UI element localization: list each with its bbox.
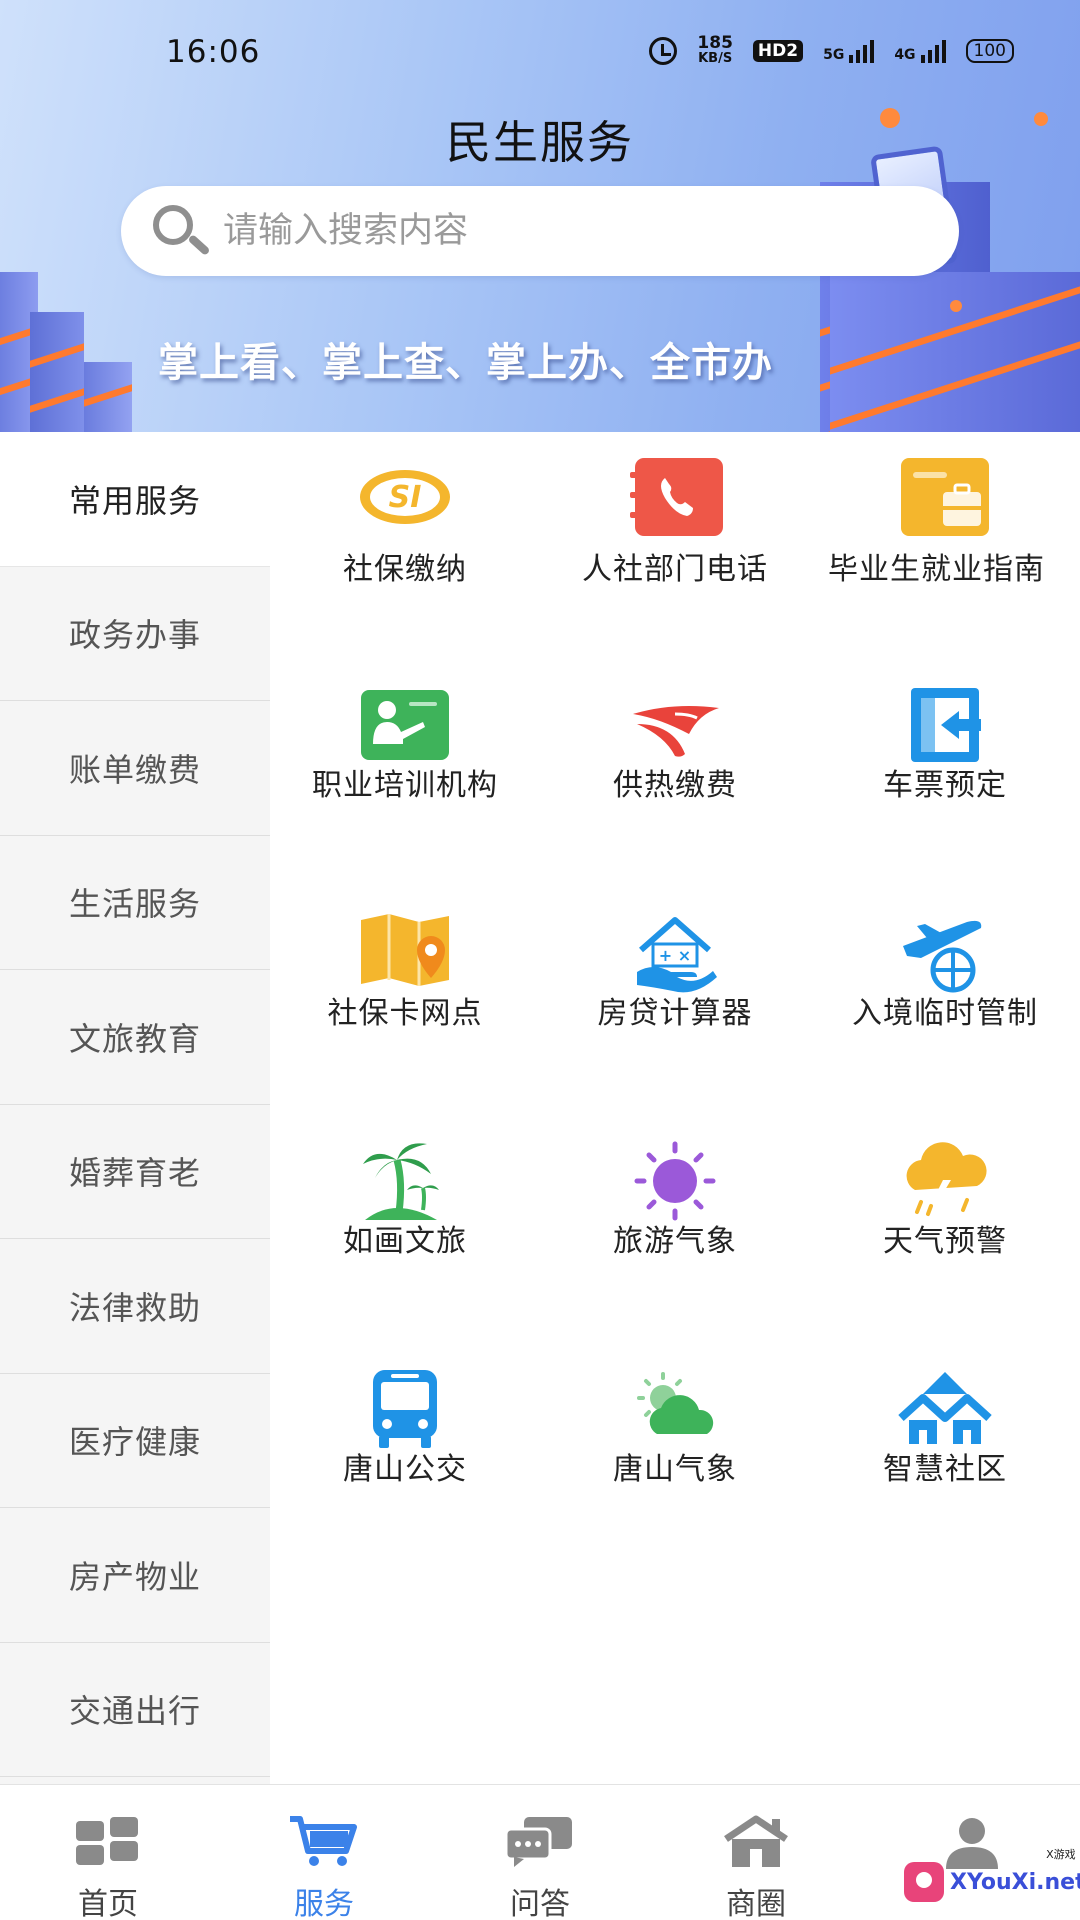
sidebar-item-life-services[interactable]: 生活服务 <box>0 836 270 970</box>
watermark-text: XYouXi.net <box>950 1869 1080 1895</box>
service-item-tangshan-weather[interactable]: 唐山气象 <box>540 1344 810 1572</box>
heating-icon <box>633 706 719 757</box>
page-title: 民生服务 <box>445 116 634 169</box>
tab-home[interactable]: 首页 <box>0 1785 216 1920</box>
tab-label: 问答 <box>510 1887 570 1920</box>
service-item-travel-weather[interactable]: 旅游气象 <box>540 1116 810 1344</box>
service-item-ticket-booking[interactable]: 车票预定 <box>810 660 1080 888</box>
category-sidebar: 常用服务 政务办事 账单缴费 生活服务 文旅教育 婚葬育老 法律救助 医疗健康 … <box>0 432 270 1784</box>
service-label: 天气预警 <box>883 1224 1007 1259</box>
user-icon <box>946 1818 998 1869</box>
palm-tree-icon <box>363 1143 439 1220</box>
ticket-icon <box>911 688 981 762</box>
sidebar-item-property[interactable]: 房产物业 <box>0 1508 270 1643</box>
sidebar-item-bill-payment[interactable]: 账单缴费 <box>0 701 270 836</box>
service-item-entry-control[interactable]: 入境临时管制 <box>810 888 1080 1116</box>
battery-icon: 100 <box>965 39 1014 63</box>
site-watermark: X游戏 XYouXi.net <box>904 1848 1080 1902</box>
signal-5g-icon: 5G <box>823 39 875 63</box>
service-item-scenic-tourism[interactable]: 如画文旅 <box>270 1116 540 1344</box>
service-label: 如画文旅 <box>343 1224 467 1259</box>
storm-cloud-icon <box>906 1142 987 1216</box>
hd-voice-icon: HD2 <box>752 40 804 62</box>
cart-icon <box>290 1816 357 1866</box>
chat-icon <box>504 1817 572 1867</box>
home-grid-icon <box>76 1817 138 1865</box>
signal-4g-icon: 4G <box>894 39 946 63</box>
mortgage-calculator-icon: + × <box>637 917 717 993</box>
sidebar-item-common-services[interactable]: 常用服务 <box>0 432 270 567</box>
sidebar-item-marriage-elderly[interactable]: 婚葬育老 <box>0 1105 270 1239</box>
watermark-logo-icon <box>904 1862 944 1902</box>
service-label: 旅游气象 <box>613 1224 737 1259</box>
alarm-icon <box>649 37 678 65</box>
sidebar-item-culture-education[interactable]: 文旅教育 <box>0 970 270 1105</box>
service-item-smart-community[interactable]: 智慧社区 <box>810 1344 1080 1572</box>
search-icon <box>147 201 213 261</box>
service-item-social-security[interactable]: SI 社保缴纳 <box>270 432 540 660</box>
service-label: 社保缴纳 <box>343 552 467 587</box>
service-label: 社保卡网点 <box>327 996 483 1031</box>
service-label: 智慧社区 <box>883 1452 1007 1487</box>
watermark-subtext: X游戏 <box>1046 1848 1076 1861</box>
social-security-icon: SI <box>360 470 450 524</box>
status-bar: 16:06 185 KB/S HD2 5G 4G 100 <box>0 0 1080 110</box>
phone-book-icon <box>630 458 723 536</box>
tab-business[interactable]: 商圈 <box>648 1785 864 1920</box>
coin-decoration <box>950 300 962 312</box>
sidebar-item-transportation[interactable]: 交通出行 <box>0 1643 270 1777</box>
svg-text:+ ×: + × <box>659 946 691 965</box>
service-item-vocational-training[interactable]: 职业培训机构 <box>270 660 540 888</box>
service-label: 人社部门电话 <box>582 552 768 587</box>
tab-services[interactable]: 服务 <box>216 1785 432 1920</box>
search-bar[interactable] <box>121 186 959 276</box>
service-label: 职业培训机构 <box>312 768 498 803</box>
service-label: 唐山气象 <box>613 1452 737 1487</box>
community-icon <box>898 1372 992 1444</box>
sun-icon <box>634 1141 716 1221</box>
search-input[interactable] <box>223 211 843 251</box>
airplane-icon <box>903 920 982 993</box>
service-label: 供热缴费 <box>613 768 737 803</box>
service-label: 车票预定 <box>883 768 1007 803</box>
service-item-graduate-guide[interactable]: 毕业生就业指南 <box>810 432 1080 660</box>
bus-icon <box>373 1370 437 1448</box>
service-item-mortgage-calculator[interactable]: + × 房贷计算器 <box>540 888 810 1116</box>
shop-icon <box>724 1815 788 1867</box>
service-item-weather-warning[interactable]: 天气预警 <box>810 1116 1080 1344</box>
service-item-tangshan-bus[interactable]: 唐山公交 <box>270 1344 540 1572</box>
building-decoration <box>84 362 132 432</box>
status-time: 16:06 <box>166 34 261 70</box>
sidebar-item-government-affairs[interactable]: 政务办事 <box>0 567 270 701</box>
tab-label: 首页 <box>78 1887 138 1920</box>
building-decoration <box>30 312 84 432</box>
building-decoration <box>830 272 1080 432</box>
tab-qa[interactable]: 问答 <box>432 1785 648 1920</box>
service-item-heating-payment[interactable]: 供热缴费 <box>540 660 810 888</box>
service-grid: SI 社保缴纳 人社部门电话 毕业生就业指南 职业培训机构 供热缴费 车票预定 … <box>270 432 1080 1784</box>
partly-cloudy-icon <box>637 1372 714 1434</box>
training-icon <box>361 690 449 760</box>
map-pin-icon <box>361 914 449 986</box>
sidebar-item-legal-aid[interactable]: 法律救助 <box>0 1239 270 1374</box>
service-label: 房贷计算器 <box>597 996 753 1031</box>
service-label: 唐山公交 <box>343 1452 467 1487</box>
network-speed: 185 KB/S <box>697 33 733 67</box>
service-label: 入境临时管制 <box>852 996 1038 1031</box>
briefcase-icon <box>901 458 989 536</box>
service-item-card-outlets[interactable]: 社保卡网点 <box>270 888 540 1116</box>
svg-text:SI: SI <box>389 480 422 515</box>
slogan: 掌上看、掌上查、掌上办、全市办 <box>158 339 773 386</box>
header-banner: 16:06 185 KB/S HD2 5G 4G 100 民生服务 掌上看、掌上… <box>0 0 1080 432</box>
tab-label: 商圈 <box>726 1887 786 1920</box>
sidebar-item-medical-health[interactable]: 医疗健康 <box>0 1374 270 1508</box>
tab-label: 服务 <box>294 1887 354 1920</box>
status-icons: 185 KB/S HD2 5G 4G 100 <box>649 33 1014 67</box>
service-label: 毕业生就业指南 <box>828 552 1045 587</box>
service-item-hr-phone[interactable]: 人社部门电话 <box>540 432 810 660</box>
